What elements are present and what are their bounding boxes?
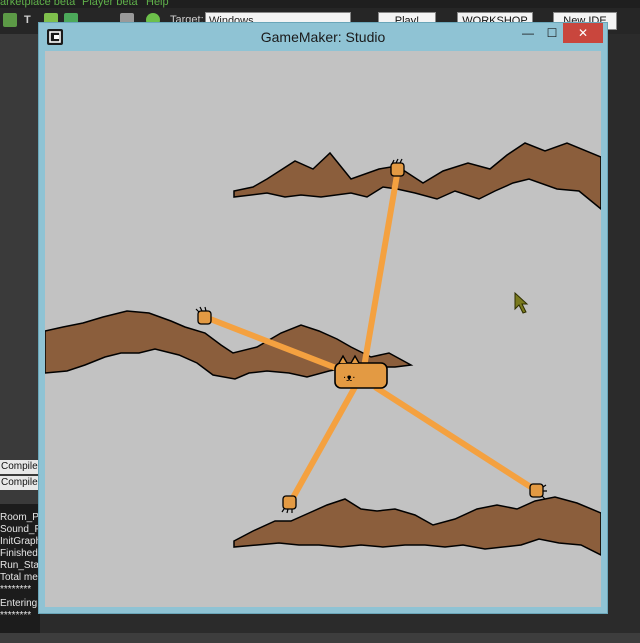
- menu-item-help[interactable]: Help: [146, 0, 169, 8]
- compile-tab[interactable]: Compile: [0, 476, 39, 490]
- log-line: Finished: [0, 548, 38, 559]
- minimize-button[interactable]: —: [515, 23, 541, 43]
- rope-top: [360, 168, 401, 374]
- grapple-hand-left: [195, 306, 212, 325]
- ide-menubar: arketplace beta Player beta Help: [0, 0, 640, 8]
- log-line: Entering: [0, 598, 38, 609]
- log-line: InitGraph: [0, 536, 40, 547]
- terrain-platform-top: [233, 142, 601, 210]
- menu-item-marketplace[interactable]: arketplace beta: [0, 0, 75, 8]
- rope-bottom-right: [373, 384, 539, 494]
- game-window[interactable]: GameMaker: Studio — ☐ ✕ ·ᴥ·: [38, 22, 608, 614]
- rope-bottom-left: [287, 385, 358, 505]
- new-project-icon[interactable]: [3, 13, 17, 27]
- compile-form-tab[interactable]: CompileF: [0, 460, 39, 474]
- taskbar-strip: [0, 633, 640, 643]
- output-pane: CompileF Compile Room_Po Sound_P InitGra…: [0, 34, 40, 643]
- grapple-hand-bottom-left: [281, 495, 297, 514]
- log-line: Total me: [0, 572, 38, 583]
- game-viewport[interactable]: ·ᴥ·: [45, 51, 601, 607]
- log-line: ********: [0, 584, 32, 595]
- grapple-hand-bottom-right: [529, 483, 547, 500]
- log-line: Room_Po: [0, 512, 40, 523]
- window-titlebar[interactable]: GameMaker: Studio — ☐ ✕: [39, 23, 607, 51]
- log-line: Run_Sta: [0, 560, 39, 571]
- game-scene[interactable]: ·ᴥ·: [45, 51, 601, 607]
- maximize-button[interactable]: ☐: [539, 23, 565, 43]
- log-line: ********: [0, 610, 32, 621]
- close-button[interactable]: ✕: [563, 23, 603, 43]
- log-line: Sound_P: [0, 524, 40, 535]
- grapple-hand-top: [390, 158, 405, 177]
- menu-item-player[interactable]: Player beta: [82, 0, 138, 8]
- mouse-cursor-icon: [514, 291, 529, 314]
- text-tool-label[interactable]: T: [24, 14, 31, 26]
- cat-face: ·ᴥ·: [343, 373, 355, 384]
